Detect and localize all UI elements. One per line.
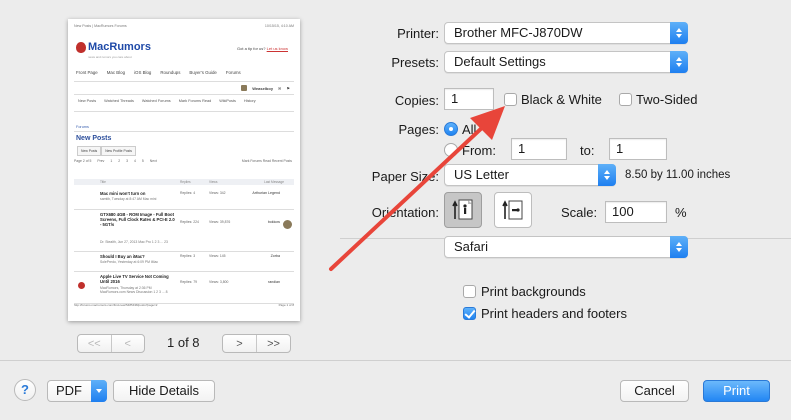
annotation-arrow-icon xyxy=(329,106,505,271)
annotation-arrow-shaft xyxy=(329,123,487,271)
